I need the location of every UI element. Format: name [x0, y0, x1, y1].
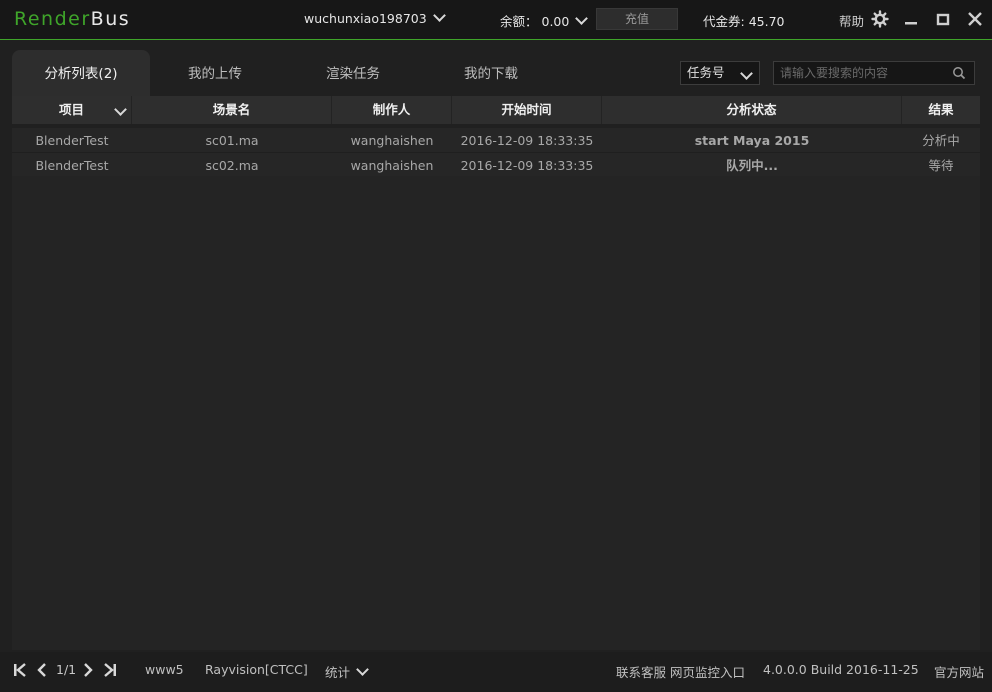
voucher-info: 代金券: 45.70 [703, 11, 785, 30]
tab-my-uploads[interactable]: 我的上传 [150, 50, 280, 96]
table-empty-area [12, 176, 980, 650]
search-icon[interactable] [952, 66, 966, 80]
stats-menu[interactable]: 统计 [325, 662, 369, 681]
cell-scene: sc02.ma [205, 158, 259, 173]
stats-label: 统计 [325, 665, 351, 680]
search-input[interactable] [774, 62, 951, 84]
logo-bus-text: Bus [90, 8, 131, 30]
cell-result: 等待 [928, 158, 954, 173]
cell-status: start Maya 2015 [694, 133, 810, 148]
search-field-select[interactable]: 任务号 [680, 61, 760, 85]
table-header: 项目 场景名 制作人 开始时间 分析状态 结果 [12, 96, 980, 124]
column-header-status[interactable]: 分析状态 [602, 96, 902, 124]
cell-result: 分析中 [922, 133, 960, 148]
chevron-down-icon [575, 12, 589, 25]
balance-label: 余额： [500, 14, 538, 29]
recharge-button[interactable]: 充值 [596, 8, 678, 30]
search-box [773, 61, 975, 85]
cell-scene: sc01.ma [205, 133, 259, 148]
analysis-table: 项目 场景名 制作人 开始时间 分析状态 结果 BlenderTest sc01… [12, 96, 980, 178]
chevron-down-icon[interactable] [114, 103, 127, 116]
username: wuchunxiao198703 [304, 11, 427, 26]
version-info: 4.0.0.0 Build 2016-11-25 [763, 662, 919, 677]
platform-name: Rayvision[CTCC] [205, 662, 308, 677]
chevron-down-icon [740, 67, 753, 80]
tab-render-tasks[interactable]: 渲染任务 [288, 50, 418, 96]
user-menu[interactable]: wuchunxiao198703 [304, 9, 446, 26]
column-header-scene[interactable]: 场景名 [132, 96, 332, 124]
balance-value: 0.00 [541, 14, 570, 29]
official-website-link[interactable]: 官方网站 [934, 662, 984, 681]
account-name: www5 [145, 662, 184, 677]
search-field-value: 任务号 [687, 65, 725, 80]
help-link[interactable]: 帮助 [839, 11, 864, 30]
maximize-icon[interactable] [934, 10, 952, 28]
logo-render-text: Render [14, 8, 91, 30]
chevron-down-icon [356, 663, 369, 676]
chevron-down-icon [432, 9, 446, 22]
balance-menu[interactable]: 余额： 0.00 [500, 11, 589, 30]
minimize-icon[interactable] [902, 10, 920, 28]
close-icon[interactable] [966, 10, 984, 28]
gear-icon[interactable] [871, 10, 889, 28]
cell-start-time: 2016-12-09 18:33:35 [460, 133, 594, 148]
last-page-icon[interactable] [102, 662, 118, 678]
status-bar: 1/1 www5 Rayvision[CTCC] 统计 联系客服 网页监控入口 … [0, 652, 992, 692]
contact-service-link[interactable]: 联系客服 [616, 662, 666, 681]
prev-page-icon[interactable] [36, 662, 48, 678]
version-text: 4.0.0.0 Build 2016-11-25 [763, 662, 919, 677]
column-header-author[interactable]: 制作人 [332, 96, 452, 124]
column-header-result[interactable]: 结果 [902, 96, 980, 124]
voucher-value: 45.70 [748, 14, 785, 29]
next-page-icon[interactable] [82, 662, 94, 678]
first-page-icon[interactable] [12, 662, 28, 678]
renderbus-logo: RenderBus [14, 8, 130, 30]
web-monitor-link[interactable]: 网页监控入口 [670, 662, 745, 681]
tab-analysis-list[interactable]: 分析列表(2) [12, 50, 150, 96]
voucher-label: 代金券: [703, 14, 745, 29]
title-bar: RenderBus wuchunxiao198703 余额： 0.00 充值 代… [0, 0, 992, 40]
cell-start-time: 2016-12-09 18:33:35 [460, 158, 594, 173]
column-header-start-time[interactable]: 开始时间 [452, 96, 602, 124]
tab-my-downloads[interactable]: 我的下载 [426, 50, 556, 96]
page-indicator: 1/1 [56, 662, 77, 677]
table-row[interactable]: BlenderTest sc02.ma wanghaishen 2016-12-… [12, 153, 980, 178]
cell-status: 队列中... [726, 158, 778, 173]
cell-author: wanghaishen [350, 133, 434, 148]
cell-author: wanghaishen [350, 158, 434, 173]
column-header-label: 项目 [58, 102, 84, 117]
cell-project: BlenderTest [35, 133, 109, 148]
column-header-project[interactable]: 项目 [12, 96, 132, 124]
cell-project: BlenderTest [35, 158, 109, 173]
table-row[interactable]: BlenderTest sc01.ma wanghaishen 2016-12-… [12, 128, 980, 153]
